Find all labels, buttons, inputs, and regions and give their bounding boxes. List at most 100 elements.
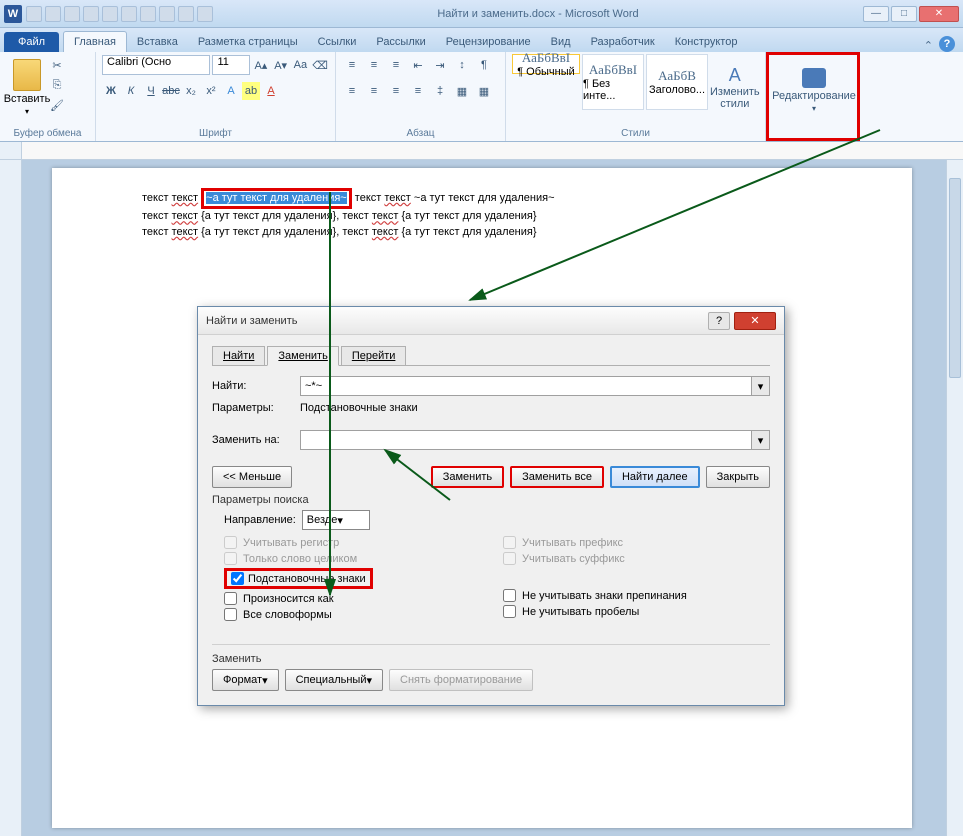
tab-mail[interactable]: Рассылки <box>366 32 435 52</box>
app-icon: W <box>4 5 22 23</box>
qat-icon[interactable] <box>159 6 175 22</box>
less-button[interactable]: << Меньше <box>212 466 292 488</box>
find-dropdown-icon[interactable]: ▾ <box>752 376 770 396</box>
clipboard-icon <box>13 59 41 91</box>
special-button[interactable]: Специальный ▾ <box>285 669 383 691</box>
multilevel-icon[interactable]: ≡ <box>386 55 406 75</box>
shading-icon[interactable]: ▦ <box>452 81 472 101</box>
show-marks-icon[interactable]: ¶ <box>474 55 494 75</box>
font-color-icon[interactable]: A <box>262 82 280 100</box>
wildcards-label: Подстановочные знаки <box>248 573 366 585</box>
qat-icon[interactable] <box>83 6 99 22</box>
text-effects-icon[interactable]: A <box>222 82 240 100</box>
qat-icon[interactable] <box>178 6 194 22</box>
dialog-help-icon[interactable]: ? <box>708 312 730 330</box>
subscript-icon[interactable]: x₂ <box>182 82 200 100</box>
wildcards-checkbox[interactable] <box>231 572 244 585</box>
dialog-close-button[interactable]: ✕ <box>734 312 776 330</box>
find-input[interactable]: ~*~ <box>300 376 752 396</box>
replace-button[interactable]: Заменить <box>431 466 504 488</box>
numbering-icon[interactable]: ≡ <box>364 55 384 75</box>
qat-icon[interactable] <box>121 6 137 22</box>
close-dialog-button[interactable]: Закрыть <box>706 466 770 488</box>
undo-icon[interactable] <box>45 6 61 22</box>
text-wavy: текст <box>372 210 399 222</box>
help-icon[interactable]: ? <box>939 36 955 52</box>
file-tab[interactable]: Файл <box>4 32 59 52</box>
style-heading[interactable]: АаБбВЗаголово... <box>646 54 708 110</box>
dialog-titlebar[interactable]: Найти и заменить ? ✕ <box>198 307 784 335</box>
replace-all-button[interactable]: Заменить все <box>510 466 604 488</box>
all-forms-checkbox[interactable] <box>224 608 237 621</box>
find-next-button[interactable]: Найти далее <box>610 466 700 488</box>
qat-icon[interactable] <box>102 6 118 22</box>
ignore-space-checkbox[interactable] <box>503 605 516 618</box>
match-case-checkbox <box>224 536 237 549</box>
cut-icon[interactable]: ✂ <box>48 56 66 74</box>
text: {а тут текст для удаления} <box>398 210 536 222</box>
change-styles-button[interactable]: A Изменить стили <box>710 54 760 120</box>
highlight-icon[interactable]: ab <box>242 82 260 100</box>
clear-format-icon[interactable]: ⌫ <box>311 56 329 74</box>
paste-button[interactable]: Вставить ▾ <box>6 54 48 120</box>
tab-dev[interactable]: Разработчик <box>581 32 665 52</box>
replace-input[interactable] <box>300 430 752 450</box>
save-icon[interactable] <box>26 6 42 22</box>
increase-indent-icon[interactable]: ⇥ <box>430 55 450 75</box>
sort-icon[interactable]: ↕ <box>452 55 472 75</box>
replace-dropdown-icon[interactable]: ▾ <box>752 430 770 450</box>
tab-home[interactable]: Главная <box>63 31 127 52</box>
format-button[interactable]: Формат ▾ <box>212 669 279 691</box>
font-size-select[interactable]: 11 <box>212 55 250 75</box>
tab-layout[interactable]: Разметка страницы <box>188 32 308 52</box>
minimize-button[interactable]: — <box>863 6 889 22</box>
copy-icon[interactable]: ⎘ <box>48 76 66 94</box>
tab-view[interactable]: Вид <box>541 32 581 52</box>
ruler-vertical[interactable] <box>0 160 22 836</box>
bullets-icon[interactable]: ≡ <box>342 55 362 75</box>
strike-icon[interactable]: abc <box>162 82 180 100</box>
change-case-icon[interactable]: Aa <box>292 56 310 74</box>
scroll-thumb[interactable] <box>949 178 961 378</box>
shrink-font-icon[interactable]: A▾ <box>272 56 290 74</box>
grow-font-icon[interactable]: A▴ <box>252 56 270 74</box>
tab-refs[interactable]: Ссылки <box>308 32 367 52</box>
align-left-icon[interactable]: ≡ <box>342 81 362 101</box>
qat-icon[interactable] <box>140 6 156 22</box>
superscript-icon[interactable]: x² <box>202 82 220 100</box>
editing-button[interactable]: Редактирование ▾ <box>775 57 853 123</box>
ruler-horizontal[interactable] <box>0 142 963 160</box>
align-center-icon[interactable]: ≡ <box>364 81 384 101</box>
all-forms-label: Все словоформы <box>243 609 332 621</box>
line-spacing-icon[interactable]: ‡ <box>430 81 450 101</box>
style-nospacing[interactable]: АаБбВвІ¶ Без инте... <box>582 54 644 110</box>
underline-icon[interactable]: Ч <box>142 82 160 100</box>
sounds-like-checkbox[interactable] <box>224 592 237 605</box>
tab-replace[interactable]: Заменить <box>267 346 338 366</box>
tab-goto[interactable]: Перейти <box>341 346 407 366</box>
decrease-indent-icon[interactable]: ⇤ <box>408 55 428 75</box>
quick-access-toolbar[interactable] <box>26 6 213 22</box>
format-painter-icon[interactable]: 🖌 <box>48 96 66 114</box>
minimize-ribbon-icon[interactable]: ⌃ <box>924 39 933 52</box>
chevron-down-icon: ▾ <box>812 104 816 113</box>
tab-insert[interactable]: Вставка <box>127 32 188 52</box>
tab-review[interactable]: Рецензирование <box>436 32 541 52</box>
tab-find[interactable]: Найти <box>212 346 265 366</box>
justify-icon[interactable]: ≡ <box>408 81 428 101</box>
bold-icon[interactable]: Ж <box>102 82 120 100</box>
qat-dd-icon[interactable] <box>197 6 213 22</box>
redo-icon[interactable] <box>64 6 80 22</box>
close-button[interactable]: ✕ <box>919 6 959 22</box>
direction-select[interactable]: Везде ▾ <box>302 510 370 530</box>
font-name-select[interactable]: Calibri (Осно <box>102 55 210 75</box>
ignore-punct-checkbox[interactable] <box>503 589 516 602</box>
tab-design[interactable]: Конструктор <box>665 32 748 52</box>
maximize-button[interactable]: □ <box>891 6 917 22</box>
borders-icon[interactable]: ▦ <box>474 81 494 101</box>
ignore-punct-label: Не учитывать знаки препинания <box>522 590 687 602</box>
align-right-icon[interactable]: ≡ <box>386 81 406 101</box>
scrollbar-vertical[interactable] <box>946 160 963 836</box>
style-normal[interactable]: АаБбВвІ¶ Обычный <box>512 54 580 74</box>
italic-icon[interactable]: К <box>122 82 140 100</box>
